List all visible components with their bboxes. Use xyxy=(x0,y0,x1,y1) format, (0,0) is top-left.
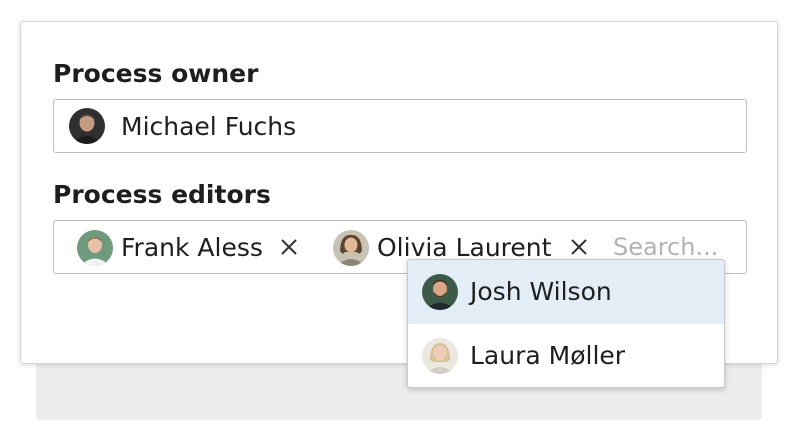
stage: Process owner Michael Fuchs Process edit… xyxy=(0,0,800,440)
close-icon xyxy=(281,239,297,255)
process-owner-label: Process owner xyxy=(53,59,259,88)
remove-frank-aless-button[interactable] xyxy=(279,237,299,257)
process-owner-name: Michael Fuchs xyxy=(121,112,297,141)
person-avatar-icon xyxy=(69,108,105,144)
editor-search-input[interactable] xyxy=(613,232,741,262)
suggestion-laura-moller[interactable]: Laura Møller xyxy=(408,324,724,387)
editor-chip-label: Frank Aless xyxy=(121,233,263,262)
michael-fuchs-avatar xyxy=(69,108,105,144)
editor-suggestions-dropdown: Josh Wilson Laura Møller xyxy=(407,259,725,388)
process-editors-label: Process editors xyxy=(53,180,271,209)
laura-moller-avatar xyxy=(422,338,458,374)
editor-chip-label: Olivia Laurent xyxy=(377,233,552,262)
process-owner-field[interactable]: Michael Fuchs xyxy=(53,99,747,153)
remove-olivia-laurent-button[interactable] xyxy=(569,237,589,257)
person-avatar-icon xyxy=(77,230,113,266)
person-avatar-icon xyxy=(422,338,458,374)
suggestion-label: Josh Wilson xyxy=(470,277,612,306)
olivia-laurent-avatar xyxy=(333,230,369,266)
person-avatar-icon xyxy=(422,274,458,310)
frank-aless-avatar xyxy=(77,230,113,266)
close-icon xyxy=(571,239,587,255)
suggestion-label: Laura Møller xyxy=(470,341,626,370)
josh-wilson-avatar xyxy=(422,274,458,310)
person-avatar-icon xyxy=(333,230,369,266)
suggestion-josh-wilson[interactable]: Josh Wilson xyxy=(408,260,724,324)
